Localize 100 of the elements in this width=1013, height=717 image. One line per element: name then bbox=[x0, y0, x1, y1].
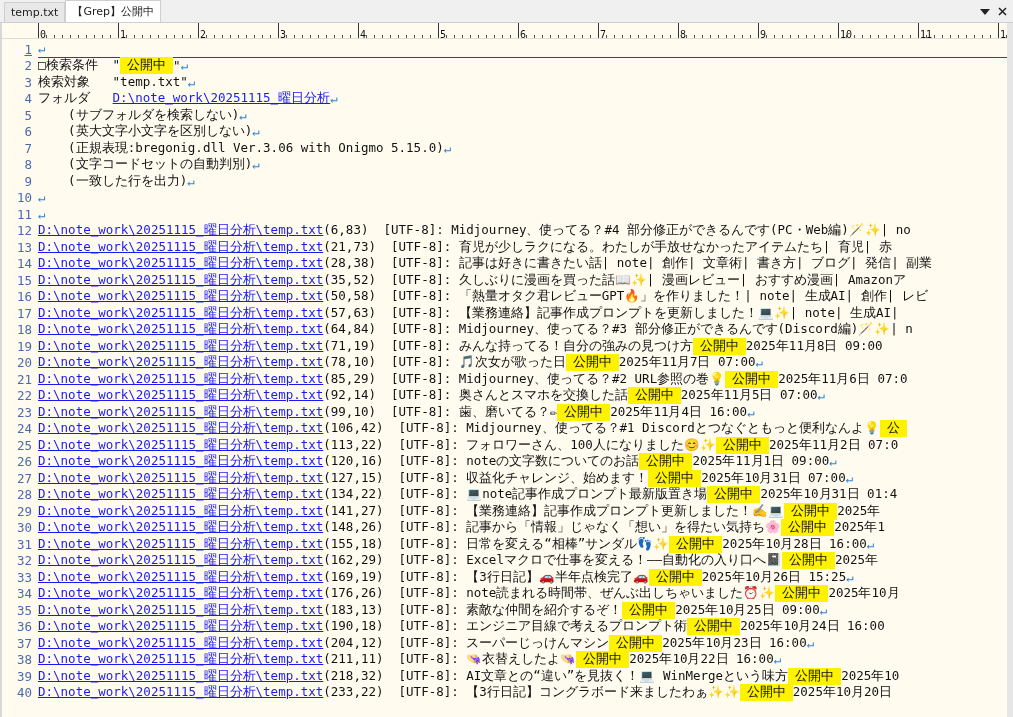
line-text: (28,38) [UTF-8]: 記事は好きに書きたい話| note| 創作| 文章術| 書き方| ブログ| 発信| 副業 bbox=[323, 255, 933, 273]
line-text: (85,29) [UTF-8]: Midjourney、使ってる？#2 URL参照の巻💡 bbox=[323, 370, 726, 388]
line-text: 2025年10月31日 07:00 bbox=[701, 469, 846, 487]
line-text: 2025年11月8日 09:00 bbox=[745, 337, 883, 355]
line-number: 31 bbox=[15, 536, 33, 552]
line-text: 検索対象 "temp.txt" bbox=[38, 73, 188, 91]
line-text: 2025年1 bbox=[834, 519, 885, 537]
line-text: (正規表現:bregonig.dll Ver.3.06 with Onigmo 5.15.0) bbox=[67, 139, 444, 157]
line-text: 2025年 bbox=[834, 552, 879, 570]
file-path-link[interactable]: D:\note_work\20251115_曜日分析\temp.txt bbox=[38, 453, 324, 471]
ruler-number: 10 bbox=[839, 29, 853, 38]
search-match: 公開中 bbox=[739, 684, 793, 702]
line-text: 2025年10月20日 bbox=[792, 684, 893, 702]
line-number: 22 bbox=[15, 388, 33, 404]
file-path-link[interactable]: D:\note_work\20251115_曜日分析\temp.txt bbox=[38, 222, 324, 240]
file-path-link[interactable]: D:\note_work\20251115_曜日分析\temp.txt bbox=[38, 552, 324, 570]
line-number: 9 bbox=[23, 173, 33, 189]
line-number: 25 bbox=[15, 437, 33, 453]
line-text: (211,11) [UTF-8]: 👒衣替えしたよ👒 bbox=[323, 651, 577, 669]
line-text: 2025年10 bbox=[841, 667, 900, 685]
file-path-link[interactable]: D:\note_work\20251115_曜日分析\temp.txt bbox=[38, 238, 324, 256]
search-match: 公開中 bbox=[775, 585, 829, 603]
ruler-number: 1 bbox=[119, 29, 127, 38]
line-number: 19 bbox=[15, 338, 33, 354]
line-number: 15 bbox=[15, 272, 33, 288]
line-text: 2025年10月25日 09:00 bbox=[675, 601, 820, 619]
search-match: 公開中 bbox=[788, 667, 842, 685]
file-path-link[interactable]: D:\note_work\20251115_曜日分析\temp.txt bbox=[38, 321, 324, 339]
file-path-link[interactable]: D:\note_work\20251115_曜日分析\temp.txt bbox=[38, 601, 324, 619]
search-match: 公開中 bbox=[692, 337, 746, 355]
file-path-link[interactable]: D:\note_work\20251115_曜日分析\temp.txt bbox=[38, 255, 324, 273]
line-text: (204,12) [UTF-8]: スーパーじっけんマシン bbox=[323, 634, 610, 652]
line-text: (127,15) [UTF-8]: 収益化チャレンジ、始めます！ bbox=[323, 469, 649, 487]
file-path-link[interactable]: D:\note_work\20251115_曜日分析\temp.txt bbox=[38, 288, 324, 306]
line-number: 26 bbox=[15, 454, 33, 470]
ruler-number: 4 bbox=[359, 29, 367, 38]
line-number: 20 bbox=[15, 355, 33, 371]
line-number: 29 bbox=[15, 503, 33, 519]
line-number: 16 bbox=[15, 289, 33, 305]
line-text: (120,16) [UTF-8]: noteの文字数についてのお話 bbox=[323, 453, 640, 471]
line-text: (162,29) [UTF-8]: Excelマクロで仕事を変える！——自動化の入り口へ📓 bbox=[323, 552, 782, 570]
file-path-link[interactable]: D:\note_work\20251115_曜日分析\temp.txt bbox=[38, 684, 324, 702]
file-path-link[interactable]: D:\note_work\20251115_曜日分析 bbox=[112, 90, 331, 108]
file-path-link[interactable]: D:\note_work\20251115_曜日分析\temp.txt bbox=[38, 667, 324, 685]
line-number: 27 bbox=[15, 470, 33, 486]
ruler-number: 11 bbox=[919, 29, 933, 38]
line-end-mark: ↵ bbox=[239, 107, 247, 123]
file-path-link[interactable]: D:\note_work\20251115_曜日分析\temp.txt bbox=[38, 271, 324, 289]
file-path-link[interactable]: D:\note_work\20251115_曜日分析\temp.txt bbox=[38, 502, 324, 520]
ruler-number: 6 bbox=[519, 29, 527, 38]
line-number: 11 bbox=[15, 206, 33, 222]
line-text: (71,19) [UTF-8]: みんな持ってる！自分の強みの見つけ方 bbox=[323, 337, 693, 355]
line-number: 23 bbox=[15, 404, 33, 420]
line-text: " bbox=[173, 58, 181, 74]
line-number: 7 bbox=[23, 140, 33, 156]
file-path-link[interactable]: D:\note_work\20251115_曜日分析\temp.txt bbox=[38, 337, 324, 355]
file-path-link[interactable]: D:\note_work\20251115_曜日分析\temp.txt bbox=[38, 436, 324, 454]
line-end-mark: ↵ bbox=[806, 635, 815, 651]
search-match: 公開中 bbox=[557, 403, 611, 421]
file-path-link[interactable]: D:\note_work\20251115_曜日分析\temp.txt bbox=[38, 519, 324, 537]
line-end-mark: ↵ bbox=[187, 74, 196, 90]
file-path-link[interactable]: D:\note_work\20251115_曜日分析\temp.txt bbox=[38, 568, 324, 586]
line-text: (134,22) [UTF-8]: 💻note記事作成プロンプト最新版置き場 bbox=[323, 486, 708, 504]
file-path-link[interactable]: D:\note_work\20251115_曜日分析\temp.txt bbox=[38, 618, 324, 636]
file-path-link[interactable]: D:\note_work\20251115_曜日分析\temp.txt bbox=[38, 535, 324, 553]
tab[interactable]: 【Grep】公開中 bbox=[65, 0, 161, 22]
line-number: 14 bbox=[15, 256, 33, 272]
search-match: 公開中 bbox=[622, 601, 676, 619]
line-text: (113,22) [UTF-8]: フォロワーさん、100人になりました😊✨ bbox=[323, 436, 716, 454]
line-end-mark: ↵ bbox=[747, 404, 755, 420]
search-match: 公開中 bbox=[627, 387, 681, 405]
search-match: 公開中 bbox=[781, 519, 835, 537]
dropdown-icon[interactable] bbox=[980, 7, 990, 16]
file-path-link[interactable]: D:\note_work\20251115_曜日分析\temp.txt bbox=[38, 486, 324, 504]
line-number: 4 bbox=[23, 91, 33, 107]
search-match: 公開中 bbox=[781, 552, 835, 570]
line-end-mark: ↵ bbox=[817, 388, 826, 404]
line-end-mark: ↵ bbox=[845, 470, 854, 486]
file-path-link[interactable]: D:\note_work\20251115_曜日分析\temp.txt bbox=[38, 370, 324, 388]
line-number: 30 bbox=[15, 520, 33, 536]
tab[interactable]: temp.txt bbox=[4, 2, 66, 22]
ruler-number: 2 bbox=[199, 29, 207, 38]
line-text: (64,84) [UTF-8]: Midjourney、使ってる？#3 部分修正ができるんです(Discord編)🪄✨| n bbox=[323, 321, 913, 339]
file-path-link[interactable]: D:\note_work\20251115_曜日分析\temp.txt bbox=[38, 585, 324, 603]
file-path-link[interactable]: D:\note_work\20251115_曜日分析\temp.txt bbox=[38, 420, 324, 438]
line-end-mark: ↵ bbox=[38, 190, 46, 206]
line-number: 28 bbox=[15, 487, 33, 503]
file-path-link[interactable]: D:\note_work\20251115_曜日分析\temp.txt bbox=[38, 387, 324, 405]
line-end-mark: ↵ bbox=[187, 173, 195, 189]
close-icon[interactable] bbox=[998, 7, 1007, 16]
line-number: 40 bbox=[15, 685, 33, 701]
line-text: 2025年10月28日 16:00 bbox=[722, 535, 867, 553]
line-text: (文字コードセットの自動判別) bbox=[67, 156, 253, 174]
file-path-link[interactable]: D:\note_work\20251115_曜日分析\temp.txt bbox=[38, 634, 324, 652]
file-path-link[interactable]: D:\note_work\20251115_曜日分析\temp.txt bbox=[38, 354, 324, 372]
file-path-link[interactable]: D:\note_work\20251115_曜日分析\temp.txt bbox=[38, 469, 324, 487]
file-path-link[interactable]: D:\note_work\20251115_曜日分析\temp.txt bbox=[38, 304, 324, 322]
search-match: 公開中 bbox=[669, 535, 723, 553]
file-path-link[interactable]: D:\note_work\20251115_曜日分析\temp.txt bbox=[38, 651, 324, 669]
file-path-link[interactable]: D:\note_work\20251115_曜日分析\temp.txt bbox=[38, 403, 324, 421]
